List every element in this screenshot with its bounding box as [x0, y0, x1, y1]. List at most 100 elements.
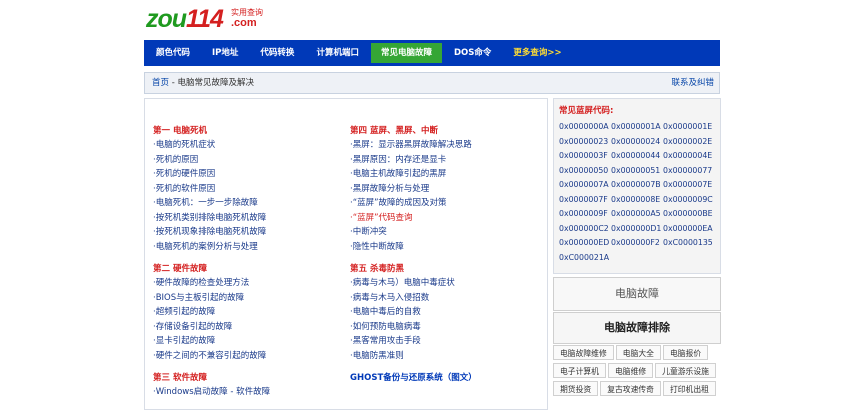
nav-item-dos-commands[interactable]: DOS命令 [444, 43, 501, 63]
blue-screen-code-link[interactable]: 0x0000009C [663, 193, 715, 208]
article-link[interactable]: ·黑屏：显示器黑屏故障解决思路 [350, 138, 535, 153]
blue-screen-code-link[interactable]: 0x000000ED [559, 236, 611, 251]
article-link[interactable]: ·按死机类别排除电脑死机故障 [153, 211, 338, 226]
nav-item-more[interactable]: 更多查询>> [503, 43, 571, 63]
article-link[interactable]: ·死机的软件原因 [153, 182, 338, 197]
blue-screen-code-link[interactable]: 0x00000051 [611, 164, 663, 179]
article-link[interactable]: ·中断冲突 [350, 225, 535, 240]
blue-screen-code-link[interactable]: 0x00000050 [559, 164, 611, 179]
blue-screen-code-link[interactable]: 0x0000001A [611, 120, 663, 135]
side-tag[interactable]: 电子计算机 [553, 363, 606, 378]
article-link[interactable]: ·Windows启动故障 - 软件故障 [153, 385, 338, 400]
blue-screen-code-link[interactable]: 0x000000D1 [611, 222, 663, 237]
blue-screen-codes-title: 常见蓝屏代码: [559, 106, 614, 116]
article-link[interactable]: ·电脑的死机症状 [153, 138, 338, 153]
side-tag-list: 电脑故障维修 电脑大全 电脑报价电子计算机 电脑维修 儿童游乐设施期货投资 复古攻速传奇打… [553, 345, 721, 399]
left_column-section: 第三 软件故障 ·Windows启动故障 - 软件故障 [153, 371, 338, 400]
blue-screen-codes-panel: 常见蓝屏代码: 0x0000000A 0x0000001A 0x0000001E 0x… [553, 98, 721, 274]
section-title: 第四 蓝屏、黑屏、中断 [350, 126, 438, 136]
logo-suffix: .com [231, 17, 257, 29]
article-link[interactable]: ·电脑防黑准则 [350, 349, 535, 364]
blue-screen-code-link[interactable]: 0x0000007F [559, 193, 611, 208]
logo-wordmark: zou114 [146, 5, 224, 33]
article-link[interactable]: ·电脑死机的案例分析与处理 [153, 240, 338, 255]
section-title: 第五 杀毒防黑 [350, 264, 404, 274]
blue-screen-code-link[interactable]: 0x0000009F [559, 207, 611, 222]
blue-screen-code-link[interactable]: 0xC000021A [559, 251, 611, 266]
nav-item-code-convert[interactable]: 代码转换 [250, 43, 304, 63]
article-link[interactable]: ·病毒与木马）电脑中毒症状 [350, 276, 535, 291]
blue-screen-code-link[interactable]: 0x000000EA [663, 222, 715, 237]
breadcrumb: 首页 - 电脑常见故障及解决 联系及纠错 [144, 72, 720, 94]
right_column-section: 第四 蓝屏、黑屏、中断 ·黑屏：显示器黑屏故障解决思路 ·黑屏原因：内存还是显卡 ·电… [350, 124, 535, 254]
section-title[interactable]: GHOST备份与还原系统（图文） [350, 371, 535, 385]
ad-box-pc-fault[interactable]: 电脑故障 [553, 277, 721, 311]
blue-screen-code-link[interactable]: 0x0000000A [559, 120, 611, 135]
article-link[interactable]: ·电脑死机：一步一步除故障 [153, 196, 338, 211]
side-tag[interactable]: 儿童游乐设施 [655, 363, 716, 378]
article-link[interactable]: ·按死机现象排除电脑死机故障 [153, 225, 338, 240]
blue-screen-code-link[interactable]: 0xC0000135 [663, 236, 715, 251]
nav-item-color-code[interactable]: 颜色代码 [146, 43, 200, 63]
article-link[interactable]: ·死机的原因 [153, 153, 338, 168]
nav-item-pc-faults[interactable]: 常见电脑故障 [370, 43, 442, 63]
article-link[interactable]: ·电脑主机故障引起的黑屏 [350, 167, 535, 182]
side-tag[interactable]: 复古攻速传奇 [600, 381, 661, 396]
right-column: 第四 蓝屏、黑屏、中断 ·黑屏：显示器黑屏故障解决思路 ·黑屏原因：内存还是显卡 ·电… [350, 124, 535, 393]
left_column-section: 第二 硬件故障 ·硬件故障的检查处理方法 ·BIOS与主板引起的故障 ·超频引起的故障… [153, 262, 338, 363]
article-link[interactable]: ·电脑中毒后的自救 [350, 305, 535, 320]
blue-screen-code-link[interactable]: 0x0000002E [663, 135, 715, 150]
logo-number: 114 [186, 5, 224, 33]
ad-box-pc-fault-fix[interactable]: 电脑故障排除 [553, 312, 721, 344]
article-link[interactable]: ·死机的硬件原因 [153, 167, 338, 182]
side-tag[interactable]: 期货投资 [553, 381, 599, 396]
blue-screen-code-link[interactable]: 0x00000023 [559, 135, 611, 150]
article-link[interactable]: ·黑屏故障分析与处理 [350, 182, 535, 197]
article-link[interactable]: ·黑屏原因：内存还是显卡 [350, 153, 535, 168]
blue-screen-code-link[interactable]: 0x000000A5 [611, 207, 663, 222]
blue-screen-code-link[interactable]: 0x0000007E [663, 178, 715, 193]
blue-screen-code-link[interactable]: 0x000000C2 [559, 222, 611, 237]
side-tag[interactable]: 电脑大全 [615, 345, 661, 360]
blue-screen-code-link[interactable]: 0x0000007A [559, 178, 611, 193]
breadcrumb-current: 电脑常见故障及解决 [177, 78, 255, 88]
nav-item-computer-port[interactable]: 计算机端口 [306, 43, 369, 63]
breadcrumb-home-link[interactable]: 首页 [152, 78, 169, 88]
article-link[interactable]: ·超频引起的故障 [153, 305, 338, 320]
breadcrumb-separator: - [169, 78, 178, 88]
blue-screen-code-link[interactable]: 0x00000024 [611, 135, 663, 150]
article-link[interactable]: ·“蓝屏”代码查询 [350, 211, 535, 226]
blue-screen-code-link[interactable]: 0x000000F2 [611, 236, 663, 251]
nav-item-ip-address[interactable]: IP地址 [202, 43, 248, 63]
blue-screen-code-link[interactable]: 0x000000BE [663, 207, 715, 222]
article-link[interactable]: ·BIOS与主板引起的故障 [153, 291, 338, 306]
article-link[interactable]: ·黑客常用攻击手段 [350, 334, 535, 349]
right_column-section: GHOST备份与还原系统（图文） [350, 371, 535, 385]
right_column-section: 第五 杀毒防黑 ·病毒与木马）电脑中毒症状 ·病毒与木马入侵招数 ·电脑中毒后的自救 ·… [350, 262, 535, 363]
article-link[interactable]: ·存储设备引起的故障 [153, 320, 338, 335]
side-tag[interactable]: 电脑故障维修 [553, 345, 614, 360]
blue-screen-code-link[interactable]: 0x0000003F [559, 149, 611, 164]
blue-screen-code-link[interactable]: 0x0000001E [663, 120, 715, 135]
blue-screen-code-link[interactable]: 0x0000007B [611, 178, 663, 193]
side-tag[interactable]: 电脑报价 [662, 345, 709, 360]
blue-screen-code-link[interactable]: 0x00000044 [611, 149, 663, 164]
side-tag[interactable]: 电脑维修 [607, 363, 654, 378]
article-link[interactable]: ·如何预防电脑病毒 [350, 320, 535, 335]
section-title: 第一 电脑死机 [153, 126, 207, 136]
article-link[interactable]: ·隐性中断故障 [350, 240, 535, 255]
article-link[interactable]: ·病毒与木马入侵招数 [350, 291, 535, 306]
blue-screen-code-link[interactable]: 0x0000004E [663, 149, 715, 164]
left-column: 第一 电脑死机 ·电脑的死机症状 ·死机的原因 ·死机的硬件原因 ·死机的软件原因 ·电脑… [153, 124, 338, 408]
article-link[interactable]: ·“蓝屏”故障的成因及对策 [350, 196, 535, 211]
blue-screen-code-link[interactable]: 0x0000008E [611, 193, 663, 208]
left_column-section: 第一 电脑死机 ·电脑的死机症状 ·死机的原因 ·死机的硬件原因 ·死机的软件原因 ·电脑… [153, 124, 338, 254]
feedback-link[interactable]: 联系及纠错 [671, 73, 714, 93]
side-tag[interactable]: 打印机出租 [662, 381, 716, 396]
article-link[interactable]: ·显卡引起的故障 [153, 334, 338, 349]
article-link[interactable]: ·硬件故障的检查处理方法 [153, 276, 338, 291]
logo-prefix: zou [146, 5, 187, 33]
blue-screen-code-link[interactable]: 0x00000077 [663, 164, 715, 179]
section-title: 第三 软件故障 [153, 373, 207, 383]
article-link[interactable]: ·硬件之间的不兼容引起的故障 [153, 349, 338, 364]
